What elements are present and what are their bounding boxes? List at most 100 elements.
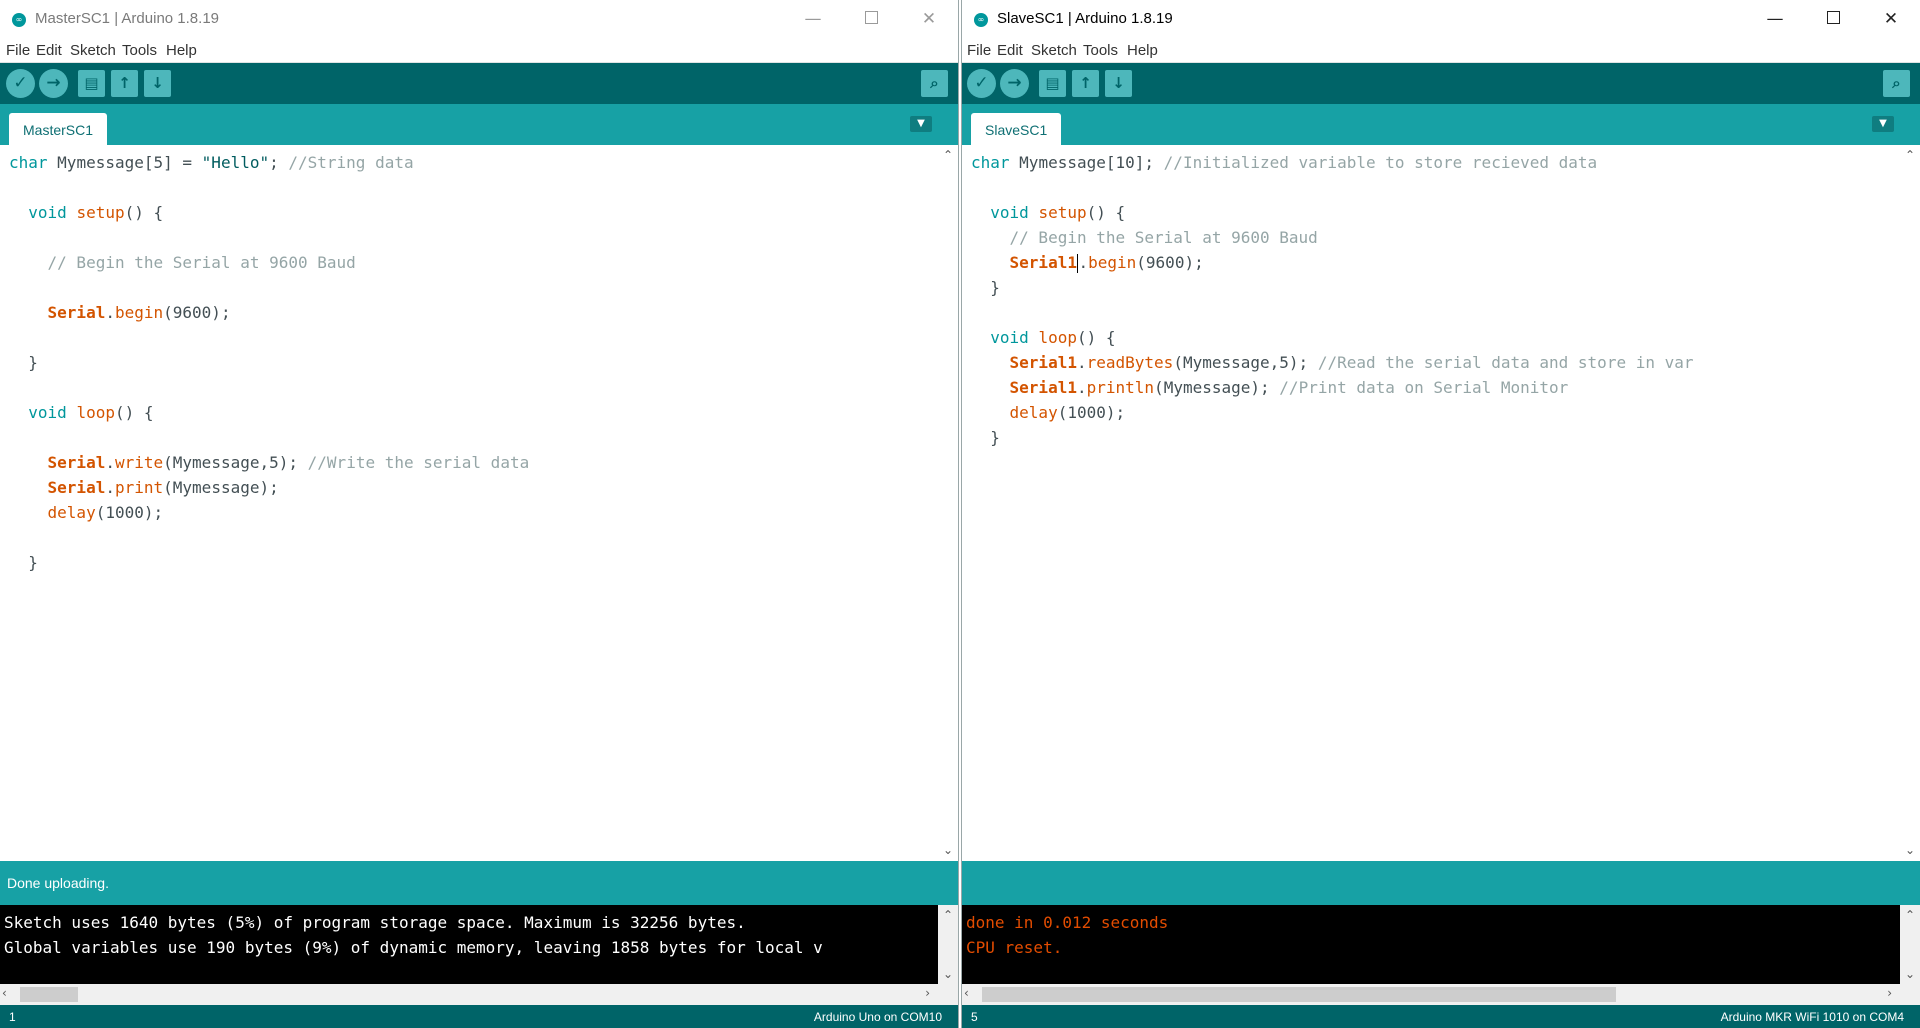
menu-edit[interactable]: Edit [997,42,1023,59]
code-line[interactable]: // Begin the Serial at 9600 Baud [971,225,1896,250]
menu-tools[interactable]: Tools [122,42,157,59]
open-icon: ↑ [1079,74,1092,92]
serial-monitor-button[interactable]: ⌕ [921,70,948,97]
code-line[interactable]: Serial1.readBytes(Mymessage,5); //Read t… [971,350,1896,375]
tab-menu-button[interactable]: ▼ [1872,116,1894,132]
code-line[interactable] [9,375,934,400]
code-line[interactable]: char Mymessage[5] = "Hello"; //String da… [9,150,934,175]
tab-menu-button[interactable]: ▼ [910,116,932,132]
scroll-down-icon[interactable]: ⌄ [1900,842,1920,858]
window-title: SlaveSC1 | Arduino 1.8.19 [997,10,1173,27]
toolbar: ✓ → ▤ ↑ ↓ ⌕ [0,63,958,104]
maximize-button[interactable] [842,0,900,38]
code-text[interactable]: char Mymessage[5] = "Hello"; //String da… [9,150,934,860]
code-line[interactable]: void loop() { [971,325,1896,350]
code-line[interactable]: Serial.print(Mymessage); [9,475,934,500]
tab-slavesc1[interactable]: SlaveSC1 [971,113,1062,145]
close-button[interactable]: ✕ [1862,0,1920,38]
console-horizontal-scrollbar[interactable]: ‹ › [0,984,958,1005]
code-line[interactable]: char Mymessage[10]; //Initialized variab… [971,150,1896,175]
code-line[interactable]: } [9,350,934,375]
scroll-right-icon[interactable]: › [1887,986,1892,1000]
save-button[interactable]: ↓ [1105,70,1132,97]
code-editor[interactable]: char Mymessage[10]; //Initialized variab… [962,145,1920,860]
code-line[interactable]: Serial1.begin(9600); [971,250,1896,275]
scroll-right-icon[interactable]: › [925,986,930,1000]
save-button[interactable]: ↓ [144,70,171,97]
editor-vertical-scrollbar[interactable]: ⌃ ⌄ [938,145,958,860]
console-horizontal-scrollbar[interactable]: ‹ › [962,984,1920,1005]
scroll-up-icon[interactable]: ⌃ [938,907,958,923]
upload-button[interactable]: → [39,69,68,98]
code-line[interactable]: } [971,425,1896,450]
code-line[interactable] [9,325,934,350]
menu-sketch[interactable]: Sketch [1031,42,1077,59]
code-line[interactable] [9,275,934,300]
code-line[interactable] [9,225,934,250]
editor-vertical-scrollbar[interactable]: ⌃ ⌄ [1900,145,1920,860]
menu-sketch[interactable]: Sketch [70,42,116,59]
code-line[interactable]: delay(1000); [971,400,1896,425]
board-port-label: Arduino MKR WiFi 1010 on COM4 [1720,1010,1904,1024]
scroll-down-icon[interactable]: ⌄ [1900,966,1920,982]
scroll-up-icon[interactable]: ⌃ [1900,907,1920,923]
save-icon: ↓ [1112,74,1125,92]
board-port-label: Arduino Uno on COM10 [813,1010,942,1024]
serial-monitor-button[interactable]: ⌕ [1883,70,1910,97]
new-button[interactable]: ▤ [1039,70,1066,97]
scroll-up-icon[interactable]: ⌃ [938,147,958,163]
scroll-up-icon[interactable]: ⌃ [1900,147,1920,163]
code-line[interactable]: Serial.begin(9600); [9,300,934,325]
footer-bar: 1 Arduino Uno on COM10 [0,1005,958,1028]
code-line[interactable] [9,175,934,200]
open-button[interactable]: ↑ [111,70,138,97]
minimize-button[interactable]: — [1746,0,1804,38]
code-line[interactable]: // Begin the Serial at 9600 Baud [9,250,934,275]
code-line[interactable] [9,425,934,450]
menu-help[interactable]: Help [166,42,197,59]
menu-edit[interactable]: Edit [36,42,62,59]
open-button[interactable]: ↑ [1072,70,1099,97]
verify-icon: ✓ [974,73,989,93]
tab-mastersc1[interactable]: MasterSC1 [9,113,108,145]
code-line[interactable] [971,300,1896,325]
console-vertical-scrollbar[interactable]: ⌃ ⌄ [938,905,958,984]
scroll-left-icon[interactable]: ‹ [964,986,969,1000]
new-button[interactable]: ▤ [78,70,105,97]
tab-bar: SlaveSC1 ▼ [962,104,1920,145]
new-sketch-icon: ▤ [1045,74,1060,92]
menu-tools[interactable]: Tools [1083,42,1118,59]
console-vertical-scrollbar[interactable]: ⌃ ⌄ [1900,905,1920,984]
code-line[interactable]: } [971,275,1896,300]
console-line: CPU reset. [966,938,1063,957]
code-line[interactable]: } [9,550,934,575]
scroll-down-icon[interactable]: ⌄ [938,966,958,982]
code-line[interactable]: void loop() { [9,400,934,425]
code-line[interactable]: Serial.write(Mymessage,5); //Write the s… [9,450,934,475]
upload-icon: → [46,73,61,93]
verify-button[interactable]: ✓ [967,69,996,98]
code-line[interactable] [9,525,934,550]
scroll-down-icon[interactable]: ⌄ [938,842,958,858]
toolbar: ✓ → ▤ ↑ ↓ ⌕ [962,63,1920,104]
window-title: MasterSC1 | Arduino 1.8.19 [35,10,219,27]
code-text[interactable]: char Mymessage[10]; //Initialized variab… [971,150,1896,860]
maximize-button[interactable] [1804,0,1862,38]
scroll-left-icon[interactable]: ‹ [2,986,7,1000]
menu-file[interactable]: File [967,42,991,59]
code-line[interactable]: Serial1.println(Mymessage); //Print data… [971,375,1896,400]
menu-file[interactable]: File [6,42,30,59]
upload-button[interactable]: → [1000,69,1029,98]
code-line[interactable]: void setup() { [9,200,934,225]
menu-help[interactable]: Help [1127,42,1158,59]
scroll-thumb[interactable] [982,987,1616,1002]
code-line[interactable]: void setup() { [971,200,1896,225]
menu-bar: File Edit Sketch Tools Help [0,38,958,63]
code-line[interactable]: delay(1000); [9,500,934,525]
close-button[interactable]: ✕ [900,0,958,38]
code-editor[interactable]: char Mymessage[5] = "Hello"; //String da… [0,145,958,860]
scroll-thumb[interactable] [20,987,78,1002]
verify-button[interactable]: ✓ [6,69,35,98]
code-line[interactable] [971,175,1896,200]
minimize-button[interactable]: — [784,0,842,38]
